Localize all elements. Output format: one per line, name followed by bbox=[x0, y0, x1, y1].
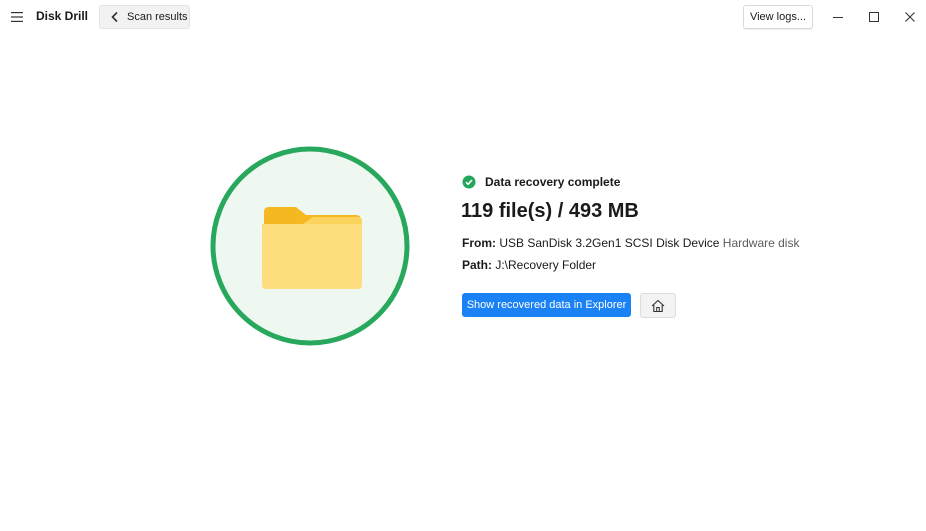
recovery-status: Data recovery complete bbox=[462, 175, 620, 189]
app-title: Disk Drill bbox=[36, 9, 89, 23]
from-value: USB SanDisk 3.2Gen1 SCSI Disk Device bbox=[499, 236, 720, 250]
recovered-summary: 119 file(s) / 493 MB bbox=[461, 200, 639, 222]
source-info: From: USB SanDisk 3.2Gen1 SCSI Disk Devi… bbox=[462, 236, 799, 250]
status-text: Data recovery complete bbox=[485, 175, 621, 189]
show-in-explorer-button[interactable]: Show recovered data in Explorer bbox=[462, 293, 631, 317]
folder-icon bbox=[262, 207, 362, 289]
recovery-complete-illustration bbox=[210, 146, 410, 346]
scan-results-back-button[interactable]: Scan results bbox=[99, 5, 190, 29]
disk-drill-window: Disk Drill Scan results View logs... Dat… bbox=[0, 0, 926, 531]
from-disk-type: Hardware disk bbox=[722, 236, 800, 250]
destination-path: Path: J:\Recovery Folder bbox=[462, 258, 596, 272]
maximize-icon[interactable] bbox=[866, 9, 882, 25]
hamburger-menu-icon[interactable] bbox=[9, 9, 25, 25]
title-bar: Disk Drill Scan results View logs... bbox=[0, 0, 926, 34]
home-icon bbox=[651, 299, 665, 312]
check-circle-icon bbox=[462, 175, 476, 189]
path-value: J:\Recovery Folder bbox=[495, 258, 597, 272]
close-icon[interactable] bbox=[902, 9, 918, 25]
minimize-icon[interactable] bbox=[830, 9, 846, 25]
path-label: Path: bbox=[462, 258, 492, 272]
view-logs-button[interactable]: View logs... bbox=[743, 5, 813, 29]
home-button[interactable] bbox=[640, 293, 676, 318]
back-button-label: Scan results bbox=[127, 11, 188, 23]
chevron-left-icon bbox=[111, 11, 118, 23]
from-label: From: bbox=[462, 236, 496, 250]
